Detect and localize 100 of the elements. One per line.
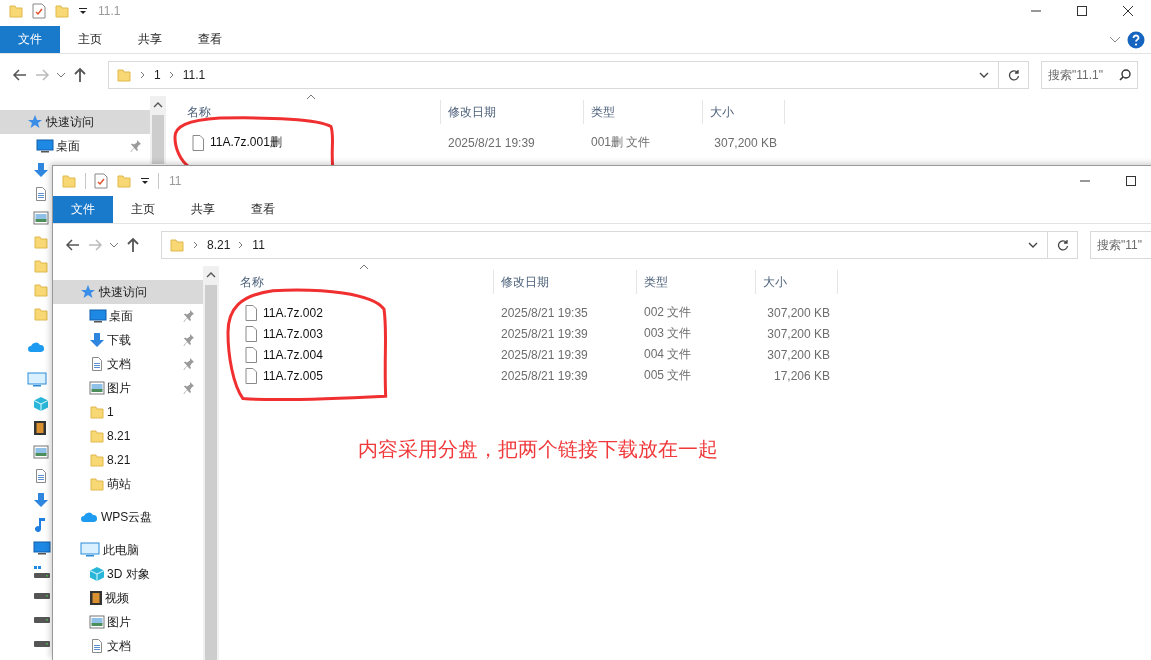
- file-date: 2025/8/21 19:39: [500, 326, 589, 341]
- drive-icon: [33, 616, 51, 624]
- ribbon-tab[interactable]: 查看: [180, 26, 240, 53]
- refresh-button[interactable]: [999, 61, 1029, 89]
- drive-icon: [33, 565, 51, 579]
- scrollbar[interactable]: [203, 266, 219, 660]
- folder-icon: [116, 173, 132, 189]
- breadcrumb[interactable]: 8.21: [207, 238, 231, 252]
- column-header[interactable]: 大小: [756, 270, 838, 294]
- forward-arrow-icon: [87, 237, 103, 253]
- file-name[interactable]: 11A.7z.002: [219, 304, 494, 321]
- search-icon: [1119, 69, 1131, 81]
- sidebar-label: 快速访问: [46, 113, 94, 131]
- sidebar-label: 快速访问: [99, 283, 147, 301]
- forward-button[interactable]: [87, 237, 103, 253]
- ribbon-tab[interactable]: 共享: [120, 26, 180, 53]
- file-name[interactable]: 11A.7z.003: [219, 325, 494, 342]
- sidebar-item[interactable]: 8.21: [53, 424, 203, 448]
- refresh-button[interactable]: [1048, 231, 1078, 259]
- ribbon-tab[interactable]: 文件: [53, 196, 113, 223]
- star-icon: [80, 284, 96, 300]
- search-field[interactable]: 搜索"11.1": [1041, 61, 1138, 89]
- sidebar-item[interactable]: 此电脑: [53, 538, 203, 562]
- sort-caret-icon: [306, 94, 316, 100]
- file-date: 2025/8/21 19:39: [447, 135, 536, 150]
- document-icon: [89, 638, 105, 654]
- cube-icon: [33, 396, 49, 412]
- monitor-icon: [33, 541, 51, 555]
- forward-arrow-icon: [34, 67, 50, 83]
- sidebar-item[interactable]: 快速访问: [0, 110, 150, 134]
- folder-icon: [116, 67, 132, 83]
- file-name[interactable]: 11A.7z.005: [219, 367, 494, 384]
- column-header[interactable]: 名称: [166, 100, 441, 124]
- sidebar-item[interactable]: 1: [53, 400, 203, 424]
- checklist-icon: [32, 3, 46, 19]
- sidebar-item[interactable]: 图片: [53, 610, 203, 634]
- breadcrumb[interactable]: 11: [252, 238, 265, 252]
- recent-button[interactable]: [56, 71, 66, 79]
- ribbon-tab[interactable]: 主页: [60, 26, 120, 53]
- up-arrow-icon: [72, 67, 88, 83]
- sidebar-item[interactable]: 3D 对象: [53, 562, 203, 586]
- sidebar-label: 桌面: [56, 137, 80, 155]
- column-header[interactable]: 类型: [584, 100, 703, 124]
- file-size: 307,200 KB: [713, 135, 778, 150]
- column-header[interactable]: 修改日期: [441, 100, 584, 124]
- sidebar-item[interactable]: 8.21: [53, 448, 203, 472]
- forward-button[interactable]: [34, 67, 50, 83]
- folder-icon: [89, 476, 105, 492]
- film-icon: [33, 420, 47, 436]
- file-type: 001删 文件: [590, 134, 652, 151]
- document-icon: [33, 468, 49, 484]
- search-field[interactable]: 搜索"11": [1090, 231, 1151, 259]
- sidebar-item[interactable]: 萌站: [53, 472, 203, 496]
- breadcrumb[interactable]: 1: [154, 68, 161, 82]
- breadcrumb[interactable]: 11.1: [182, 68, 206, 82]
- sidebar-item[interactable]: 桌面: [0, 134, 150, 158]
- sidebar-label: WPS云盘: [101, 508, 153, 526]
- file-name[interactable]: 11A.7z.001删: [166, 134, 441, 151]
- sidebar-item[interactable]: WPS云盘: [53, 505, 203, 529]
- chevron-down-icon: [1028, 241, 1038, 249]
- column-header[interactable]: 名称: [219, 270, 494, 294]
- ribbon-tab[interactable]: 共享: [173, 196, 233, 223]
- refresh-icon: [1056, 239, 1069, 251]
- file-icon: [245, 367, 257, 384]
- document-icon: [89, 356, 105, 372]
- sidebar-label: 图片: [107, 379, 131, 397]
- sidebar-item[interactable]: 文档: [53, 352, 203, 376]
- up-button[interactable]: [72, 67, 88, 83]
- address-bar[interactable]: 1 11.1: [108, 61, 999, 89]
- column-header[interactable]: 修改日期: [494, 270, 637, 294]
- back-button[interactable]: [12, 67, 28, 83]
- sidebar-item[interactable]: 桌面: [53, 304, 203, 328]
- sidebar-label: 文档: [107, 355, 131, 373]
- scrollbar[interactable]: [150, 96, 166, 164]
- computer-icon: [27, 372, 47, 388]
- up-button[interactable]: [125, 237, 141, 253]
- cube-icon: [89, 566, 105, 582]
- sidebar-item[interactable]: 文档: [53, 634, 203, 658]
- sidebar-item[interactable]: 视频: [53, 586, 203, 610]
- file-type: 004 文件: [643, 346, 693, 363]
- refresh-icon: [1007, 69, 1020, 81]
- ribbon-tab[interactable]: 查看: [233, 196, 293, 223]
- scroll-thumb[interactable]: [152, 115, 164, 164]
- column-header[interactable]: 类型: [637, 270, 756, 294]
- file-name[interactable]: 11A.7z.004: [219, 346, 494, 363]
- folder-icon: [33, 258, 49, 274]
- address-bar[interactable]: 8.21 11: [161, 231, 1048, 259]
- scroll-thumb[interactable]: [205, 285, 217, 660]
- sidebar-item[interactable]: 快速访问: [53, 280, 203, 304]
- breadcrumb-chevron-icon: [140, 71, 146, 79]
- back-button[interactable]: [65, 237, 81, 253]
- ribbon-tab[interactable]: 主页: [113, 196, 173, 223]
- breadcrumb-chevron-icon: [193, 241, 199, 249]
- star-icon: [27, 114, 43, 130]
- column-header[interactable]: 大小: [703, 100, 785, 124]
- ribbon-tab[interactable]: 文件: [0, 26, 60, 53]
- recent-button[interactable]: [109, 241, 119, 249]
- sidebar-item[interactable]: 下载: [53, 328, 203, 352]
- down-arrow-icon: [33, 162, 49, 178]
- sidebar-item[interactable]: 图片: [53, 376, 203, 400]
